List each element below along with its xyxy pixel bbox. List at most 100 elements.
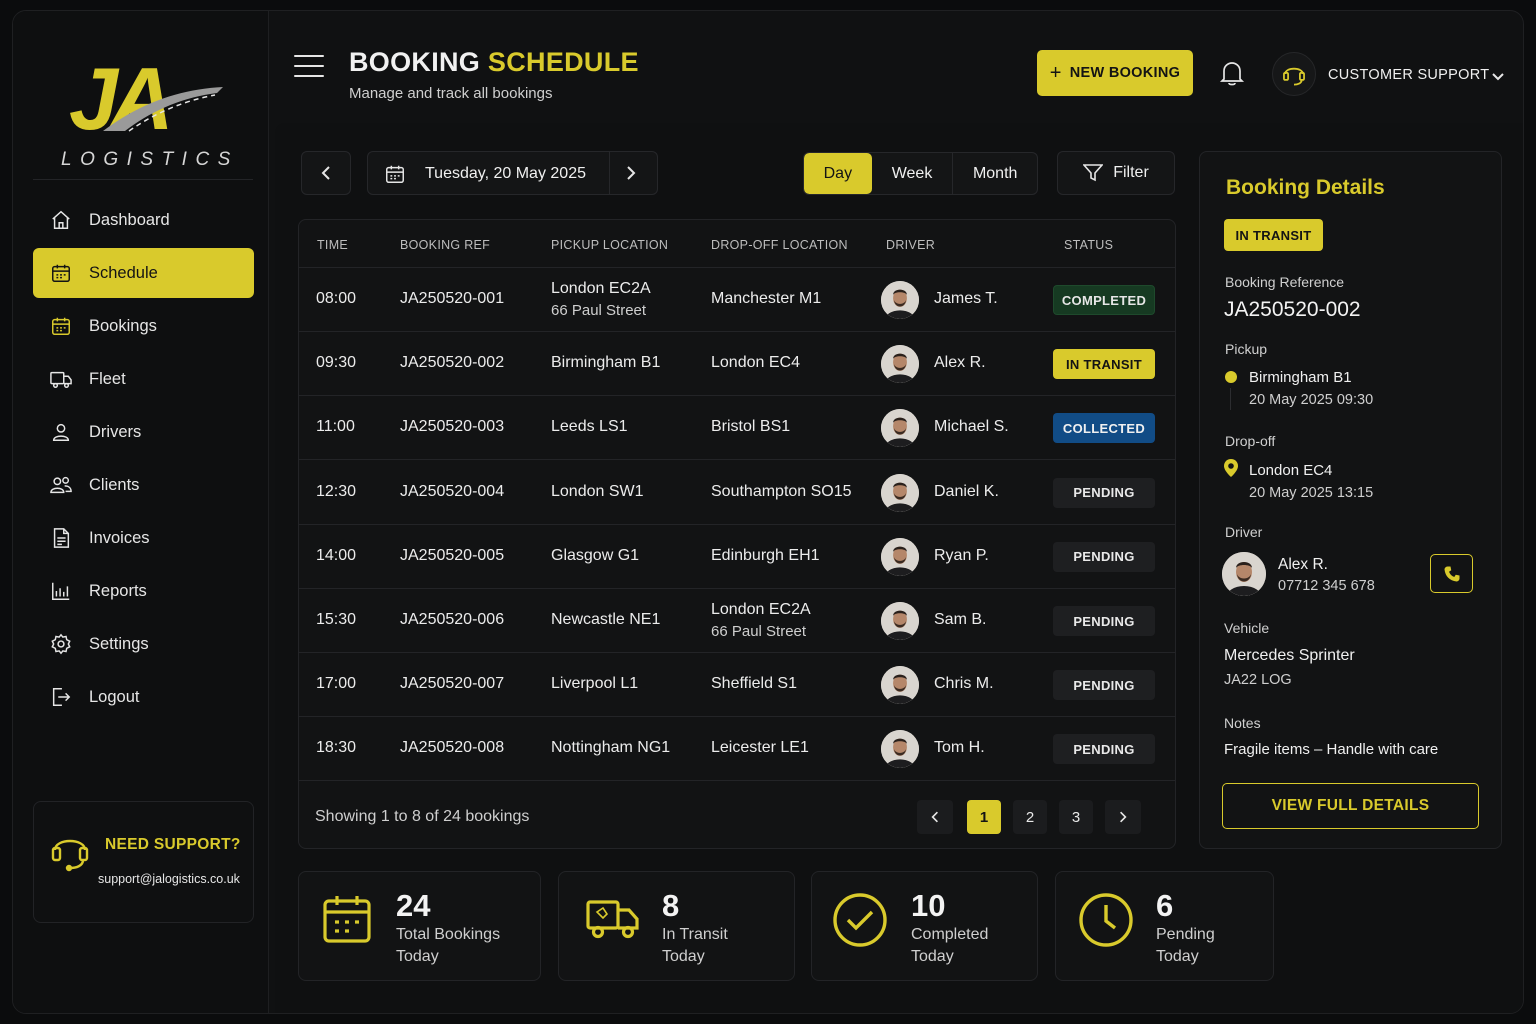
column-header-driver[interactable]: DRIVER — [886, 238, 935, 252]
cell-booking-ref: JA250520-006 — [400, 611, 505, 628]
sidebar-item-label: Reports — [89, 581, 147, 600]
chart-icon — [49, 579, 73, 603]
sidebar-item-clients[interactable]: Clients — [33, 460, 254, 510]
avatar — [1222, 552, 1266, 596]
sidebar-item-label: Clients — [89, 475, 140, 494]
driver-name: Alex R. — [1278, 556, 1328, 573]
check-circle-icon — [832, 892, 888, 953]
table-row[interactable]: 12:30 JA250520-004 London SW1 Southampton S… — [299, 461, 1175, 525]
cell-driver: Michael S. — [934, 418, 1009, 436]
sidebar-item-fleet[interactable]: Fleet — [33, 354, 254, 404]
view-full-details-button[interactable]: VIEW FULL DETAILS — [1222, 783, 1479, 829]
notes-label: Notes — [1224, 715, 1261, 731]
home-icon — [49, 208, 73, 232]
cell-time: 11:00 — [316, 418, 355, 436]
table-row[interactable]: 17:00 JA250520-007 Liverpool L1 Sheffield S… — [299, 653, 1175, 718]
next-page-button[interactable] — [1105, 800, 1141, 834]
avatar — [881, 730, 919, 769]
cell-time: 15:30 — [316, 611, 357, 628]
cell-booking-ref: JA250520-004 — [400, 482, 505, 500]
pagination-info: Showing 1 to 8 of 24 bookings — [315, 808, 530, 825]
page-subtitle: Manage and track all bookings — [349, 85, 553, 102]
cell-booking-ref: JA250520-001 — [400, 290, 505, 307]
cell-driver: James T. — [934, 290, 998, 307]
cell-driver: Alex R. — [934, 354, 986, 372]
stat-label: In Transit Today — [662, 926, 728, 965]
document-icon — [49, 526, 73, 550]
menu-icon[interactable] — [294, 55, 324, 77]
sidebar-item-schedule[interactable]: Schedule — [33, 248, 254, 298]
bookings-table: TIME BOOKING REF PICKUP LOCATION DROP-OF… — [298, 219, 1176, 849]
avatar — [881, 409, 919, 448]
filter-button[interactable]: Filter — [1057, 151, 1175, 195]
bell-icon[interactable] — [1219, 59, 1245, 87]
stat-card-transit: 8 In Transit Today — [558, 871, 795, 981]
status-badge: COLLECTED — [1053, 413, 1155, 444]
cell-dropoff: Sheffield S1 — [711, 675, 797, 693]
view-week-button[interactable]: Week — [872, 153, 954, 194]
page-3-button[interactable]: 3 — [1059, 800, 1093, 834]
driver-phone: 07712 345 678 — [1278, 578, 1375, 594]
status-badge: PENDING — [1053, 606, 1155, 636]
support-email[interactable]: support@jalogistics.co.uk — [98, 872, 240, 886]
sidebar-item-dashboard[interactable]: Dashboard — [33, 195, 254, 245]
headset-icon — [50, 828, 90, 877]
table-row[interactable]: 11:00 JA250520-003 Leeds LS1 Bristol BS1 Mic… — [299, 396, 1175, 461]
user-icon — [49, 420, 73, 444]
table-row[interactable]: 15:30 JA250520-006 Newcastle NE1 London EC2… — [299, 589, 1175, 653]
call-driver-button[interactable] — [1430, 554, 1473, 593]
date-picker[interactable]: Tuesday, 20 May 2025 — [367, 151, 658, 195]
chevron-down-icon[interactable] — [1491, 69, 1505, 87]
column-header-time[interactable]: TIME — [317, 238, 348, 252]
support-card[interactable]: NEED SUPPORT? support@jalogistics.co.uk — [33, 801, 254, 923]
sidebar-item-invoices[interactable]: Invoices — [33, 513, 254, 563]
page-1-button[interactable]: 1 — [967, 800, 1001, 834]
status-badge: PENDING — [1053, 541, 1155, 572]
table-row[interactable]: 08:00 JA250520-001 London EC2A 66 Paul Stre… — [299, 268, 1175, 332]
sidebar-item-settings[interactable]: Settings — [33, 619, 254, 669]
status-badge: IN TRANSIT — [1224, 219, 1323, 251]
booking-ref-label: Booking Reference — [1225, 274, 1345, 290]
column-header-status[interactable]: STATUS — [1064, 238, 1113, 252]
stat-card-total: 24 Total Bookings Today — [298, 871, 541, 981]
logout-icon — [49, 685, 73, 709]
sidebar-item-reports[interactable]: Reports — [33, 566, 254, 616]
map-pin-icon — [1223, 458, 1239, 483]
calendar-icon — [49, 261, 73, 285]
truck-icon — [585, 894, 641, 947]
view-switcher: Day Week Month — [803, 152, 1038, 195]
view-month-button[interactable]: Month — [953, 153, 1037, 194]
next-date-button[interactable] — [626, 165, 636, 186]
chevron-right-icon — [627, 166, 636, 180]
sidebar-item-logout[interactable]: Logout — [33, 672, 254, 722]
stat-label: Pending Today — [1156, 926, 1215, 965]
chevron-left-icon — [931, 811, 938, 823]
new-booking-button[interactable]: + NEW BOOKING — [1037, 50, 1193, 96]
table-row[interactable]: 14:00 JA250520-005 Glasgow G1 Edinburgh EH1… — [299, 525, 1175, 589]
booking-ref-value: JA250520-002 — [1224, 298, 1361, 321]
headset-icon[interactable] — [1272, 52, 1316, 96]
calendar-icon — [384, 163, 406, 190]
sidebar-item-bookings[interactable]: Bookings — [33, 301, 254, 351]
clock-icon — [1078, 892, 1134, 953]
pickup-time: 20 May 2025 09:30 — [1249, 392, 1374, 408]
table-row[interactable]: 09:30 JA250520-002 Birmingham B1 London EC4… — [299, 332, 1175, 397]
column-header-dropoff[interactable]: DROP-OFF LOCATION — [711, 238, 848, 252]
cell-booking-ref: JA250520-008 — [400, 739, 505, 757]
page-2-button[interactable]: 2 — [1013, 800, 1047, 834]
status-badge: PENDING — [1053, 734, 1155, 765]
avatar — [881, 345, 919, 384]
table-row[interactable]: 18:30 JA250520-008 Nottingham NG1 Leicester… — [299, 717, 1175, 782]
logo[interactable]: JA LOGISTICS — [33, 31, 253, 181]
previous-date-button[interactable] — [301, 151, 351, 195]
sidebar-item-drivers[interactable]: Drivers — [33, 407, 254, 457]
stat-value: 6 — [1156, 888, 1174, 923]
customer-support-menu[interactable]: CUSTOMER SUPPORT — [1328, 67, 1489, 83]
driver-label: Driver — [1225, 524, 1263, 540]
cell-dropoff: Southampton SO15 — [711, 482, 852, 500]
page-title: BOOKING SCHEDULE — [349, 47, 639, 77]
column-header-ref[interactable]: BOOKING REF — [400, 238, 490, 252]
column-header-pickup[interactable]: PICKUP LOCATION — [551, 238, 668, 252]
prev-page-button[interactable] — [917, 800, 953, 834]
view-day-button[interactable]: Day — [804, 153, 872, 194]
